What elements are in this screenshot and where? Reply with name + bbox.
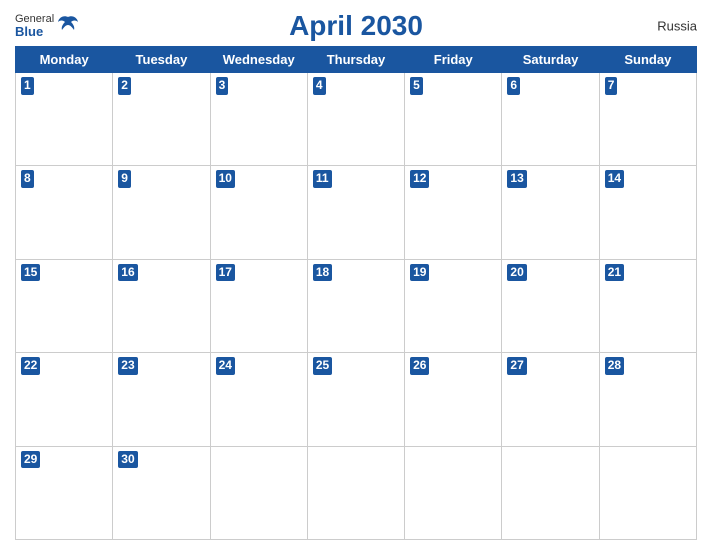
- calendar-title: April 2030: [289, 10, 423, 42]
- date-number: 18: [313, 264, 332, 282]
- day-cell: 27: [502, 353, 599, 446]
- calendar-header: General Blue April 2030 Russia: [15, 10, 697, 42]
- day-cell: [599, 446, 696, 539]
- day-header-row: Monday Tuesday Wednesday Thursday Friday…: [16, 47, 697, 73]
- date-number: 14: [605, 170, 624, 188]
- date-number: 20: [507, 264, 526, 282]
- date-number: 28: [605, 357, 624, 375]
- day-cell: 9: [113, 166, 210, 259]
- day-cell: 22: [16, 353, 113, 446]
- date-number: 6: [507, 77, 520, 95]
- date-number: 4: [313, 77, 326, 95]
- day-cell: 2: [113, 73, 210, 166]
- date-number: 5: [410, 77, 423, 95]
- date-number: 21: [605, 264, 624, 282]
- day-cell: 7: [599, 73, 696, 166]
- day-cell: 25: [307, 353, 404, 446]
- day-cell: 1: [16, 73, 113, 166]
- date-number: 25: [313, 357, 332, 375]
- date-number: 26: [410, 357, 429, 375]
- date-number: 9: [118, 170, 131, 188]
- day-cell: 29: [16, 446, 113, 539]
- week-row-4: 22 23 24 25 26 27 28: [16, 353, 697, 446]
- day-cell: 11: [307, 166, 404, 259]
- day-cell: 8: [16, 166, 113, 259]
- day-cell: [502, 446, 599, 539]
- logo-blue-text: Blue: [15, 25, 54, 39]
- day-cell: 6: [502, 73, 599, 166]
- date-number: 27: [507, 357, 526, 375]
- date-number: 12: [410, 170, 429, 188]
- day-cell: 13: [502, 166, 599, 259]
- date-number: 30: [118, 451, 137, 469]
- day-cell: 15: [16, 259, 113, 352]
- col-tuesday: Tuesday: [113, 47, 210, 73]
- country-label: Russia: [657, 19, 697, 34]
- day-cell: 5: [405, 73, 502, 166]
- col-saturday: Saturday: [502, 47, 599, 73]
- col-monday: Monday: [16, 47, 113, 73]
- col-friday: Friday: [405, 47, 502, 73]
- calendar-table: Monday Tuesday Wednesday Thursday Friday…: [15, 46, 697, 540]
- week-row-1: 1 2 3 4 5 6 7: [16, 73, 697, 166]
- date-number: 24: [216, 357, 235, 375]
- col-thursday: Thursday: [307, 47, 404, 73]
- col-sunday: Sunday: [599, 47, 696, 73]
- date-number: 17: [216, 264, 235, 282]
- day-cell: [307, 446, 404, 539]
- day-cell: 26: [405, 353, 502, 446]
- date-number: 7: [605, 77, 618, 95]
- date-number: 3: [216, 77, 229, 95]
- logo: General Blue: [15, 13, 78, 39]
- date-number: 16: [118, 264, 137, 282]
- date-number: 19: [410, 264, 429, 282]
- day-cell: 30: [113, 446, 210, 539]
- logo-bird-icon: [58, 15, 78, 31]
- date-number: 11: [313, 170, 332, 188]
- date-number: 2: [118, 77, 131, 95]
- date-number: 22: [21, 357, 40, 375]
- date-number: 13: [507, 170, 526, 188]
- day-cell: 20: [502, 259, 599, 352]
- day-cell: 18: [307, 259, 404, 352]
- date-number: 23: [118, 357, 137, 375]
- week-row-5: 29 30: [16, 446, 697, 539]
- day-cell: [405, 446, 502, 539]
- day-cell: 10: [210, 166, 307, 259]
- day-cell: 3: [210, 73, 307, 166]
- day-cell: 28: [599, 353, 696, 446]
- day-cell: 17: [210, 259, 307, 352]
- date-number: 29: [21, 451, 40, 469]
- date-number: 8: [21, 170, 34, 188]
- week-row-3: 15 16 17 18 19 20 21: [16, 259, 697, 352]
- day-cell: 16: [113, 259, 210, 352]
- day-cell: 23: [113, 353, 210, 446]
- day-cell: 24: [210, 353, 307, 446]
- date-number: 10: [216, 170, 235, 188]
- day-cell: 14: [599, 166, 696, 259]
- day-cell: 4: [307, 73, 404, 166]
- day-cell: [210, 446, 307, 539]
- day-cell: 12: [405, 166, 502, 259]
- date-number: 1: [21, 77, 34, 95]
- day-cell: 19: [405, 259, 502, 352]
- week-row-2: 8 9 10 11 12 13 14: [16, 166, 697, 259]
- date-number: 15: [21, 264, 40, 282]
- day-cell: 21: [599, 259, 696, 352]
- col-wednesday: Wednesday: [210, 47, 307, 73]
